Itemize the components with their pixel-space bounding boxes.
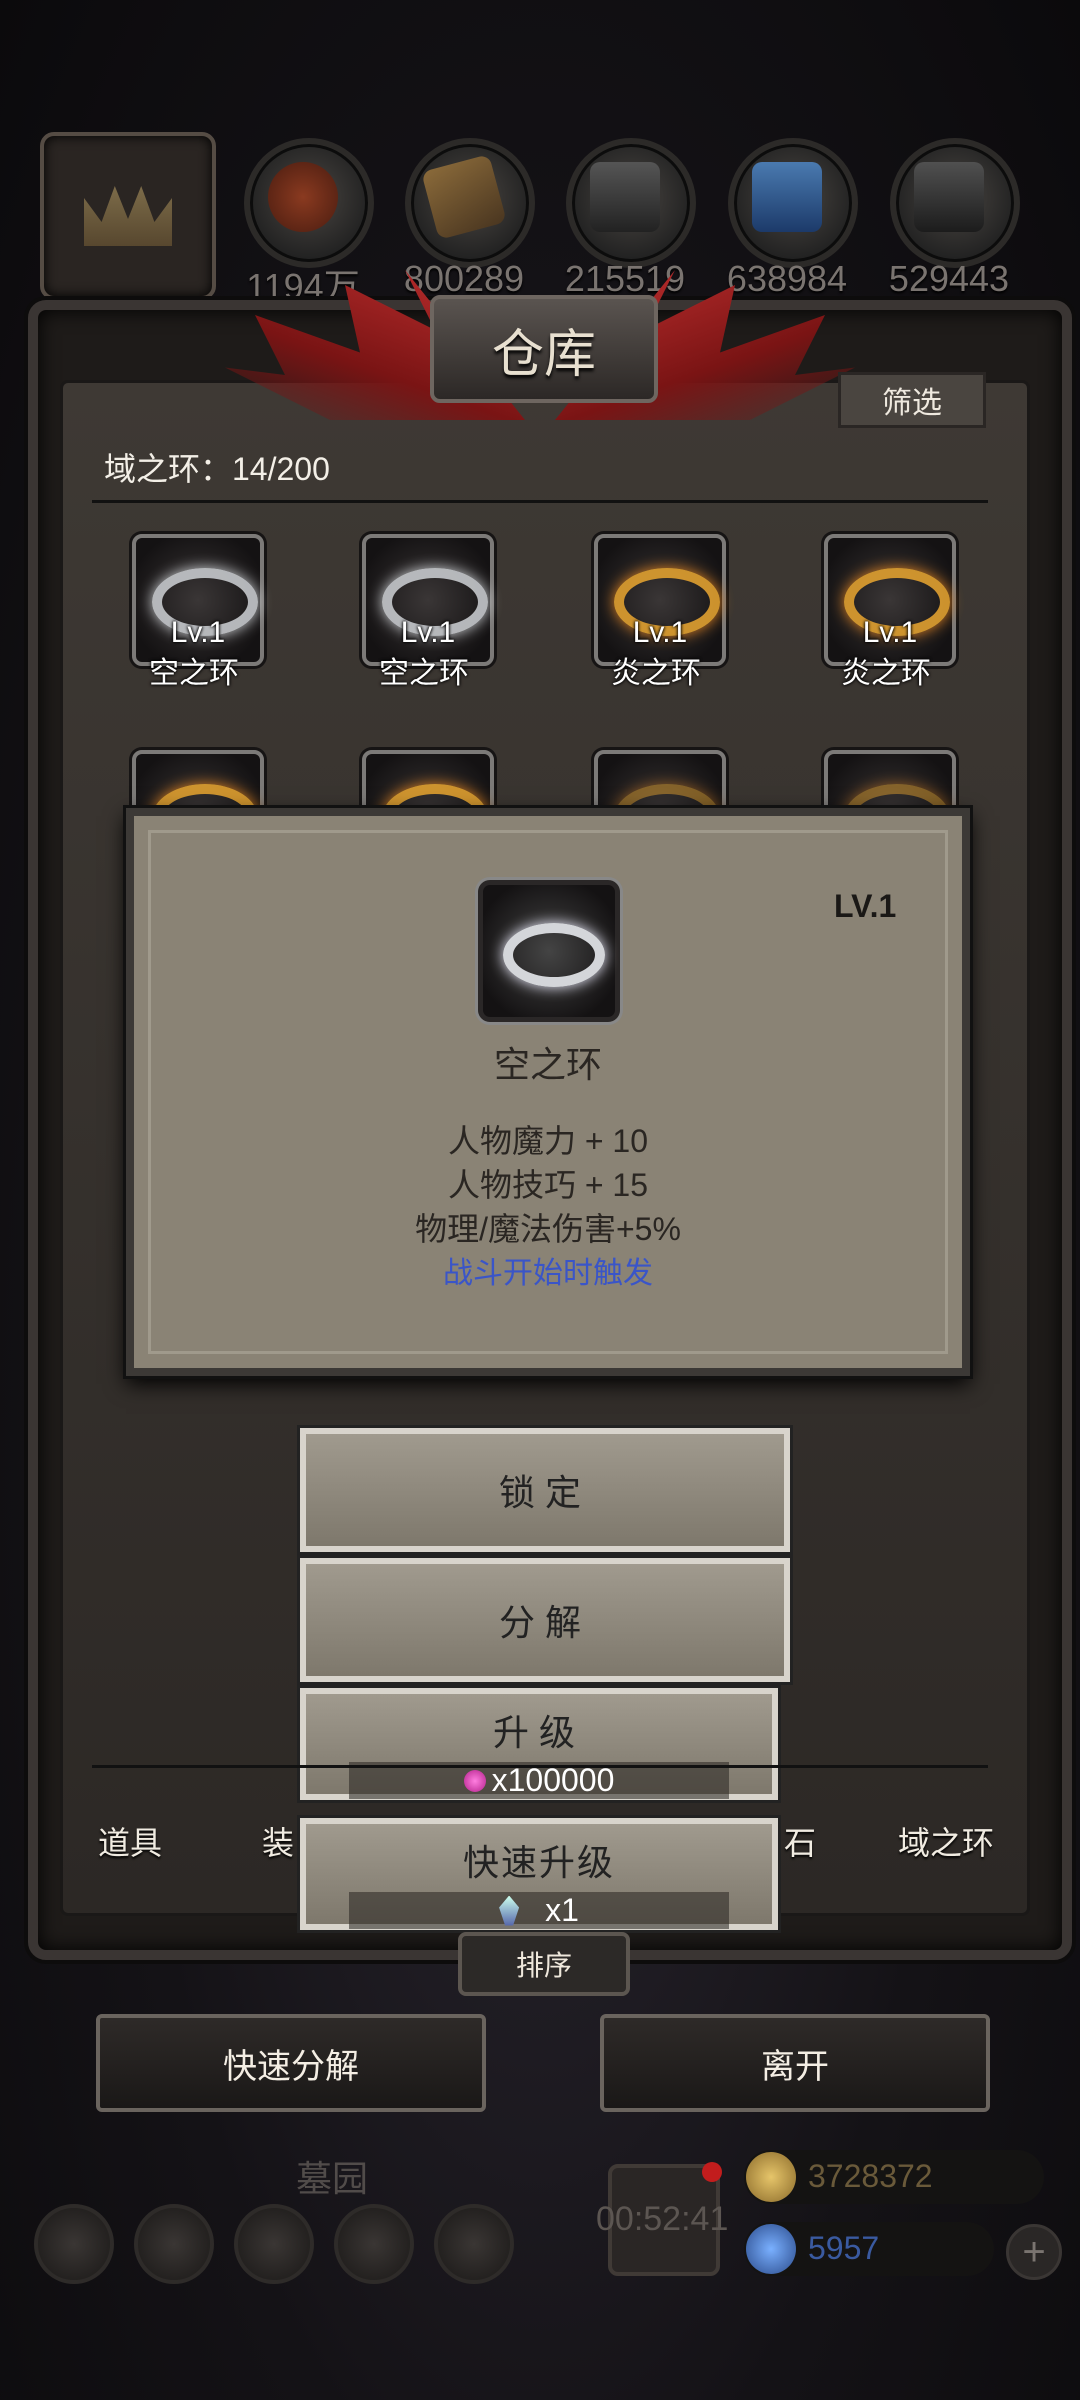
diamond-icon bbox=[746, 2224, 796, 2274]
item-level: Lv.1 bbox=[632, 616, 688, 649]
item-level: Lv.1 bbox=[400, 616, 456, 649]
gem-value: 5957 bbox=[808, 2230, 880, 2266]
quick-upgrade-cost: x1 bbox=[349, 1892, 729, 1929]
item-stat: 人物技巧 + 15 bbox=[447, 1167, 649, 1203]
quick-upgrade-button[interactable]: 快速升级 x1 bbox=[300, 1818, 778, 1930]
resource-meat-slot[interactable] bbox=[244, 138, 374, 268]
tab-stones[interactable]: 石 bbox=[784, 1818, 816, 1864]
item-name: 空之环 bbox=[149, 657, 239, 690]
item-stat: 物理/魔法伤害+5% bbox=[415, 1211, 681, 1247]
resource-crystal-value: 638984 bbox=[726, 258, 848, 299]
warehouse-title: 仓库 bbox=[430, 295, 658, 403]
item-name: 炎之环 bbox=[611, 657, 701, 690]
gift-timer: 00:52:41 bbox=[596, 2200, 729, 2238]
iron-icon bbox=[914, 162, 984, 232]
quick-decompose-button[interactable]: 快速分解 bbox=[96, 2014, 486, 2112]
shield-icon[interactable] bbox=[434, 2204, 514, 2284]
item-detail-level: LV.1 bbox=[834, 888, 897, 924]
decompose-button[interactable]: 分解 bbox=[300, 1558, 790, 1682]
air-ring-icon bbox=[503, 923, 605, 987]
magic-gem-icon bbox=[463, 1769, 486, 1792]
gold-icon bbox=[746, 2152, 796, 2202]
tabs-divider bbox=[92, 1765, 988, 1768]
settings-icon[interactable] bbox=[34, 2204, 114, 2284]
crown-icon bbox=[84, 186, 172, 246]
item-level: Lv.1 bbox=[862, 616, 918, 649]
resource-iron-slot[interactable] bbox=[890, 138, 1020, 268]
meat-icon bbox=[268, 162, 338, 232]
gold-counter: 3728372 bbox=[744, 2150, 1044, 2204]
tab-equipment[interactable]: 装 bbox=[262, 1818, 294, 1864]
notification-dot bbox=[702, 2162, 722, 2182]
lock-button[interactable]: 锁定 bbox=[300, 1428, 790, 1552]
item-trigger-text: 战斗开始时触发 bbox=[443, 1257, 653, 1290]
item-stat: 人物魔力 + 10 bbox=[447, 1123, 649, 1159]
sort-button[interactable]: 排序 bbox=[458, 1932, 630, 1996]
crystal-icon bbox=[752, 162, 822, 232]
tab-items[interactable]: 道具 bbox=[98, 1818, 162, 1864]
item-detail-icon bbox=[478, 880, 620, 1022]
gem-counter: 5957 bbox=[744, 2222, 994, 2276]
stone-icon bbox=[590, 162, 660, 232]
item-level: Lv.1 bbox=[170, 616, 226, 649]
gold-value: 3728372 bbox=[808, 2158, 933, 2194]
item-name: 炎之环 bbox=[841, 657, 931, 690]
resource-iron-value: 529443 bbox=[888, 258, 1010, 299]
item-slot[interactable]: Lv.1 bbox=[824, 534, 956, 666]
item-detail-popup: LV.1 空之环 人物魔力 + 10 人物技巧 + 15 物理/魔法伤害+5% … bbox=[126, 808, 970, 1376]
building-icon[interactable] bbox=[234, 2204, 314, 2284]
crown-slot[interactable] bbox=[40, 132, 216, 300]
upgrade-label: 升级 bbox=[492, 1712, 585, 1753]
top-divider bbox=[92, 500, 988, 503]
item-slot[interactable]: Lv.1 bbox=[362, 534, 494, 666]
item-slot[interactable]: Lv.1 bbox=[132, 534, 264, 666]
tab-domain-rings[interactable]: 域之环 bbox=[898, 1818, 994, 1864]
resource-wood-slot[interactable] bbox=[405, 138, 535, 268]
mail-icon[interactable] bbox=[334, 2204, 414, 2284]
upgrade-button[interactable]: 升级 x100000 bbox=[300, 1688, 778, 1800]
add-currency-button[interactable]: + bbox=[1006, 2224, 1062, 2280]
item-slot[interactable]: Lv.1 bbox=[594, 534, 726, 666]
resource-stone-slot[interactable] bbox=[566, 138, 696, 268]
resource-stone-value: 215519 bbox=[564, 258, 686, 299]
leave-button[interactable]: 离开 bbox=[600, 2014, 990, 2112]
ring-count-label: 域之环：14/200 bbox=[104, 451, 330, 487]
quick-upgrade-label: 快速升级 bbox=[462, 1842, 615, 1883]
filter-button[interactable]: 筛选 bbox=[838, 372, 986, 428]
item-name: 空之环 bbox=[379, 657, 469, 690]
graveyard-label: 墓园 bbox=[296, 2158, 369, 2199]
resource-crystal-slot[interactable] bbox=[728, 138, 858, 268]
quick-upgrade-cost-value: x1 bbox=[545, 1892, 579, 1928]
wood-icon bbox=[421, 154, 507, 240]
item-detail-name: 空之环 bbox=[493, 1044, 602, 1085]
star-icon[interactable] bbox=[134, 2204, 214, 2284]
crystal-icon bbox=[499, 1895, 520, 1926]
